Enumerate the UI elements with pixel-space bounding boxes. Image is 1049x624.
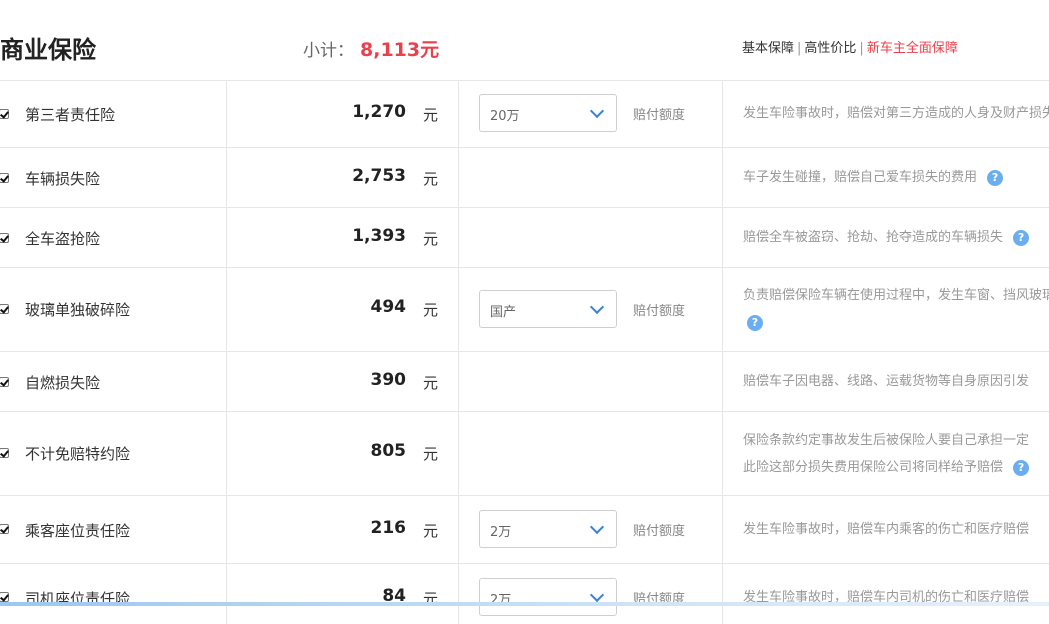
insurance-row-theft: 全车盗抢险 1,393 元 赔偿全车被盗窃、抢劫、抢夺造成的车辆损失? [0, 208, 1049, 268]
coverage-select[interactable]: 2万 [479, 578, 617, 616]
section-title: 商业保险 [0, 36, 96, 64]
insurance-desc: 发生车险事故时，赔偿车内乘客的伤亡和医疗赔偿 [743, 522, 1030, 537]
section-header: 商业保险 小计： 8,113元 基本保障 | 高性价比 | 新车主全面保障 [0, 0, 1049, 81]
price-unit: 元 [422, 522, 438, 540]
insurance-price: 390 [370, 370, 407, 390]
insurance-name: 全车盗抢险 [25, 230, 101, 248]
insurance-desc: 负责赔偿保险车辆在使用过程中，发生车窗、挡风玻璃? [743, 288, 1049, 331]
insurance-name: 不计免赔特约险 [25, 445, 131, 463]
row-checkbox[interactable] [0, 109, 9, 119]
insurance-row-self-ignition: 自燃损失险 390 元 赔偿车子因电器、线路、运载货物等自身原因引发 [0, 352, 1049, 412]
chevron-down-icon [589, 519, 605, 535]
coverage-label: 赔付额度 [633, 524, 686, 539]
help-icon[interactable]: ? [747, 314, 763, 331]
help-icon[interactable]: ? [1013, 229, 1030, 246]
price-unit: 元 [422, 374, 438, 392]
bottom-scroll-bar [0, 602, 1049, 606]
row-checkbox[interactable] [0, 304, 9, 314]
insurance-row-vehicle-damage: 车辆损失险 2,753 元 车子发生碰撞，赔偿自己爱车损失的费用? [0, 148, 1049, 208]
insurance-desc: 赔偿全车被盗窃、抢劫、抢夺造成的车辆损失? [743, 224, 1049, 251]
insurance-name: 第三者责任险 [25, 106, 116, 124]
subtotal: 小计： 8,113元 [303, 35, 439, 62]
insurance-row-third-party: 第三者责任险 1,270 元 20万 赔付额度 发生车险事故时，赔偿对第三方造成… [0, 81, 1049, 148]
insurance-price: 494 [370, 297, 407, 317]
price-unit: 元 [422, 301, 438, 319]
row-checkbox[interactable] [0, 173, 9, 183]
insurance-price: 2,753 [352, 166, 406, 186]
row-checkbox[interactable] [0, 233, 9, 243]
insurance-list: 第三者责任险 1,270 元 20万 赔付额度 发生车险事故时，赔偿对第三方造成… [0, 81, 1049, 624]
coverage-select[interactable]: 20万 [479, 94, 617, 132]
insurance-desc: 发生车险事故时，赔偿对第三方造成的人身及财产损失 [743, 106, 1049, 121]
plan-full-link[interactable]: 新车主全面保障 [867, 41, 958, 56]
plan-value-link[interactable]: 高性价比 [804, 41, 856, 56]
plan-separator: | [859, 41, 864, 56]
help-icon[interactable]: ? [1013, 459, 1030, 476]
row-checkbox[interactable] [0, 524, 9, 534]
coverage-select[interactable]: 2万 [479, 510, 617, 548]
row-checkbox[interactable] [0, 592, 9, 602]
coverage-label: 赔付额度 [633, 108, 686, 123]
chevron-down-icon [589, 587, 605, 603]
subtotal-label: 小计： [303, 41, 354, 61]
insurance-price: 1,393 [352, 226, 406, 246]
chevron-down-icon [589, 103, 605, 119]
insurance-desc: 保险条款约定事故发生后被保险人要自己承担一定 此险这部分损失费用保险公司将同样给予… [743, 433, 1030, 476]
price-unit: 元 [422, 170, 438, 188]
subtotal-amount: 8,113元 [360, 39, 440, 61]
coverage-label: 赔付额度 [633, 304, 686, 319]
insurance-name: 车辆损失险 [25, 170, 101, 188]
plan-separator: | [797, 41, 802, 56]
plan-links: 基本保障 | 高性价比 | 新车主全面保障 [742, 37, 958, 56]
price-unit: 元 [422, 230, 438, 248]
help-icon[interactable]: ? [987, 169, 1004, 186]
insurance-row-glass: 玻璃单独破碎险 494 元 国产 赔付额度 负责赔偿保险车辆在使用过程中，发生车… [0, 268, 1049, 352]
plan-basic-link[interactable]: 基本保障 [742, 41, 794, 56]
row-checkbox[interactable] [0, 377, 9, 387]
insurance-desc: 车子发生碰撞，赔偿自己爱车损失的费用? [743, 164, 1049, 191]
price-unit: 元 [422, 106, 438, 124]
insurance-name: 乘客座位责任险 [25, 522, 131, 540]
insurance-row-deductible-waiver: 不计免赔特约险 805 元 保险条款约定事故发生后被保险人要自己承担一定 此险这部… [0, 412, 1049, 496]
insurance-desc: 发生车险事故时，赔偿车内司机的伤亡和医疗赔偿 [743, 590, 1030, 605]
insurance-name: 玻璃单独破碎险 [25, 301, 131, 319]
price-unit: 元 [422, 445, 438, 463]
row-checkbox[interactable] [0, 448, 9, 458]
insurance-row-passenger-seat: 乘客座位责任险 216 元 2万 赔付额度 发生车险事故时，赔偿车内乘客的伤亡和… [0, 496, 1049, 564]
insurance-desc: 赔偿车子因电器、线路、运载货物等自身原因引发 [743, 374, 1030, 389]
insurance-price: 1,270 [352, 102, 406, 122]
insurance-price: 805 [370, 441, 407, 461]
coverage-select-value: 国产 [490, 305, 517, 320]
chevron-down-icon [589, 299, 605, 315]
insurance-row-driver-seat: 司机座位责任险 84 元 2万 赔付额度 发生车险事故时，赔偿车内司机的伤亡和医… [0, 564, 1049, 624]
coverage-select-value: 20万 [490, 109, 520, 124]
insurance-price: 216 [370, 518, 407, 538]
insurance-name: 自燃损失险 [25, 374, 101, 392]
coverage-select-value: 2万 [490, 525, 512, 540]
coverage-select[interactable]: 国产 [479, 290, 617, 328]
